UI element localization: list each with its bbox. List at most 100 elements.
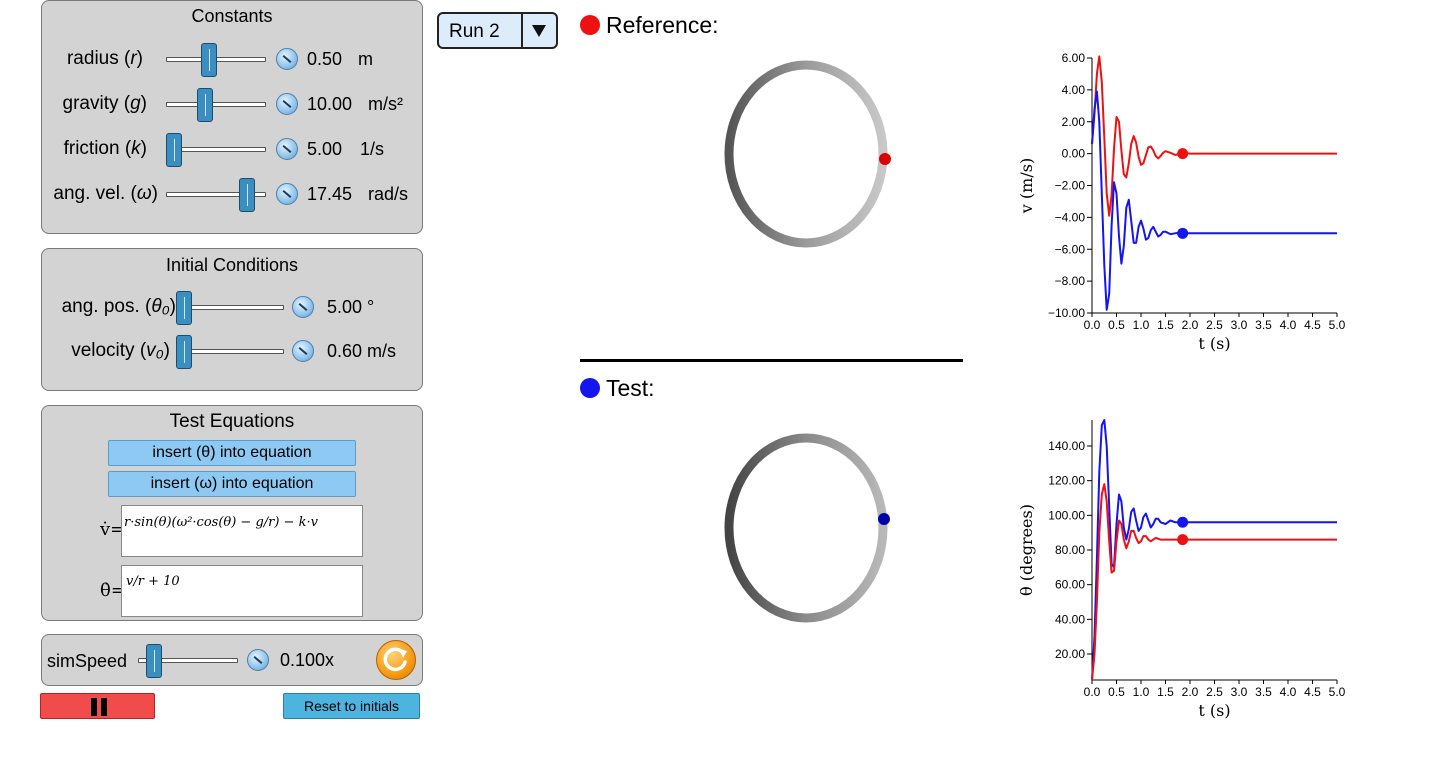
y-tick-label: −2.00 bbox=[1055, 179, 1086, 193]
test-dot-icon bbox=[580, 378, 600, 398]
series-line-0 bbox=[1091, 55, 1337, 217]
reset-label: Reset to initials bbox=[304, 698, 399, 714]
constants-fine-tune-knob-icon-1[interactable] bbox=[276, 93, 298, 115]
initial-slider-thumb-1[interactable] bbox=[176, 335, 192, 369]
chevron-down-icon bbox=[532, 25, 546, 37]
x-tick-label: 5.0 bbox=[1329, 318, 1346, 332]
y-tick-label: 4.00 bbox=[1062, 83, 1086, 97]
constants-label-3: ang. vel. (ω) bbox=[53, 183, 158, 205]
test-bead bbox=[878, 513, 890, 525]
x-tick-label: 3.0 bbox=[1231, 685, 1248, 699]
constants-slider-track-1[interactable] bbox=[166, 102, 266, 107]
x-axis-label: t (s) bbox=[1198, 334, 1230, 353]
x-tick-label: 0.0 bbox=[1084, 685, 1101, 699]
x-tick-label: 2.0 bbox=[1182, 318, 1199, 332]
insert-theta-button[interactable]: insert (θ) into equation bbox=[108, 440, 356, 466]
label-symbol: g bbox=[130, 93, 141, 114]
y-tick-label: 20.00 bbox=[1055, 647, 1085, 661]
constants-fine-tune-knob-icon-3[interactable] bbox=[276, 183, 298, 205]
constants-slider-thumb-0[interactable] bbox=[201, 43, 218, 77]
reference-title: Reference: bbox=[606, 12, 719, 38]
insert-omega-button[interactable]: insert (ω) into equation bbox=[108, 471, 356, 497]
label-close: ) bbox=[136, 48, 143, 69]
label-symbol: ω bbox=[136, 183, 152, 204]
x-tick-label: 2.0 bbox=[1182, 685, 1199, 699]
y-tick-label: 60.00 bbox=[1055, 578, 1085, 592]
initial-slider-track-0[interactable] bbox=[176, 305, 284, 310]
constants-slider-thumb-2[interactable] bbox=[166, 133, 182, 167]
y-tick-label: 0.00 bbox=[1062, 147, 1086, 161]
y-tick-label: 80.00 bbox=[1055, 543, 1085, 557]
sim-speed-value: 0.100x bbox=[280, 650, 335, 670]
x-tick-label: 4.5 bbox=[1304, 685, 1321, 699]
y-tick-label: 140.00 bbox=[1048, 439, 1085, 453]
x-tick-label: 2.5 bbox=[1206, 318, 1223, 332]
initial-value-1: 0.60 m/s bbox=[327, 341, 397, 361]
series-marker-0 bbox=[1177, 148, 1189, 160]
test-hoop bbox=[724, 433, 890, 623]
constants-slider-thumb-3[interactable] bbox=[239, 178, 256, 212]
sim-speed-label: simSpeed bbox=[47, 651, 128, 671]
x-tick-label: 0.0 bbox=[1084, 318, 1101, 332]
reset-to-initials-button[interactable]: Reset to initials bbox=[283, 693, 420, 719]
constants-label-0: radius (r) bbox=[67, 48, 143, 70]
pause-button[interactable] bbox=[40, 693, 155, 719]
constants-value-2: 5.00 bbox=[307, 139, 343, 159]
series-line-1 bbox=[1091, 483, 1337, 681]
label-text: gravity ( bbox=[62, 93, 131, 114]
test-title: Test: bbox=[606, 375, 655, 401]
initial-label-0: ang. pos. (θ₀) bbox=[62, 296, 176, 318]
initial-fine-tune-knob-icon-1[interactable] bbox=[292, 340, 314, 362]
y-tick-label: −8.00 bbox=[1055, 274, 1086, 288]
constants-slider-thumb-1[interactable] bbox=[197, 88, 214, 122]
constants-fine-tune-knob-icon-2[interactable] bbox=[276, 138, 298, 160]
constants-label-1: gravity (g) bbox=[63, 93, 147, 115]
x-axis-label: t (s) bbox=[1198, 701, 1230, 720]
velocity-chart: 0.0 0.5 1.0 1.5 2.0 2.5 3.0 3.5 4.0 4.5 5.0 6.00 4.0… bbox=[1017, 51, 1346, 353]
x-tick-label: 5.0 bbox=[1329, 685, 1346, 699]
initial-slider-track-1[interactable] bbox=[176, 349, 284, 354]
constants-label-2: friction (k) bbox=[64, 138, 147, 160]
x-tick-label: 4.5 bbox=[1304, 318, 1321, 332]
refresh-icon[interactable] bbox=[376, 640, 416, 680]
constants-fine-tune-knob-icon-0[interactable] bbox=[276, 48, 298, 70]
reference-dot-icon bbox=[580, 15, 600, 35]
thetadot-equation-text: v/r + 10 bbox=[126, 574, 180, 589]
constants-unit-2: 1/s bbox=[360, 139, 385, 159]
series-marker-1 bbox=[1177, 227, 1189, 239]
series-line-1 bbox=[1091, 90, 1337, 311]
x-tick-label: 2.5 bbox=[1206, 685, 1223, 699]
x-tick-label: 1.0 bbox=[1133, 318, 1150, 332]
y-tick-label: 40.00 bbox=[1055, 612, 1085, 626]
initial-fine-tune-knob-icon-0[interactable] bbox=[292, 296, 314, 318]
y-tick-label: −10.00 bbox=[1048, 306, 1085, 320]
pause-icon bbox=[91, 698, 97, 716]
x-tick-label: 4.0 bbox=[1280, 318, 1297, 332]
x-tick-label: 3.5 bbox=[1255, 685, 1272, 699]
sim-speed-slider-thumb[interactable] bbox=[146, 644, 163, 678]
run-select[interactable]: Run 2 bbox=[437, 12, 558, 49]
constants-value-3: 17.45 bbox=[307, 184, 353, 204]
label-text: velocity ( bbox=[71, 340, 147, 361]
test-equations-title: Test Equations bbox=[169, 411, 295, 432]
y-axis-label: θ (degrees) bbox=[1017, 504, 1036, 596]
thetadot-equation-input[interactable]: v/r + 10 bbox=[121, 565, 363, 617]
y-tick-label: 6.00 bbox=[1062, 51, 1086, 65]
x-tick-label: 1.5 bbox=[1157, 318, 1174, 332]
constants-unit-0: m bbox=[358, 49, 373, 69]
x-tick-label: 0.5 bbox=[1108, 685, 1125, 699]
y-axis-label: v (m/s) bbox=[1017, 158, 1036, 214]
vdot-equation-text: r·sin(θ)(ω²·cos(θ) − g/r) − k·v bbox=[124, 515, 318, 530]
vdot-equation-input[interactable]: r·sin(θ)(ω²·cos(θ) − g/r) − k·v bbox=[121, 505, 363, 557]
run-select-divider bbox=[521, 14, 523, 47]
sim-speed-knob-icon[interactable] bbox=[247, 649, 269, 671]
initial-slider-thumb-0[interactable] bbox=[176, 291, 192, 325]
constants-value-0: 0.50 bbox=[307, 49, 343, 69]
label-close: ) bbox=[151, 183, 158, 204]
pause-icon-bar bbox=[101, 698, 107, 716]
y-tick-label: 2.00 bbox=[1062, 115, 1086, 129]
label-text: ang. vel. ( bbox=[53, 183, 137, 204]
label-close: ) bbox=[163, 340, 170, 361]
x-tick-label: 0.5 bbox=[1108, 318, 1125, 332]
series-marker-1 bbox=[1177, 534, 1189, 546]
